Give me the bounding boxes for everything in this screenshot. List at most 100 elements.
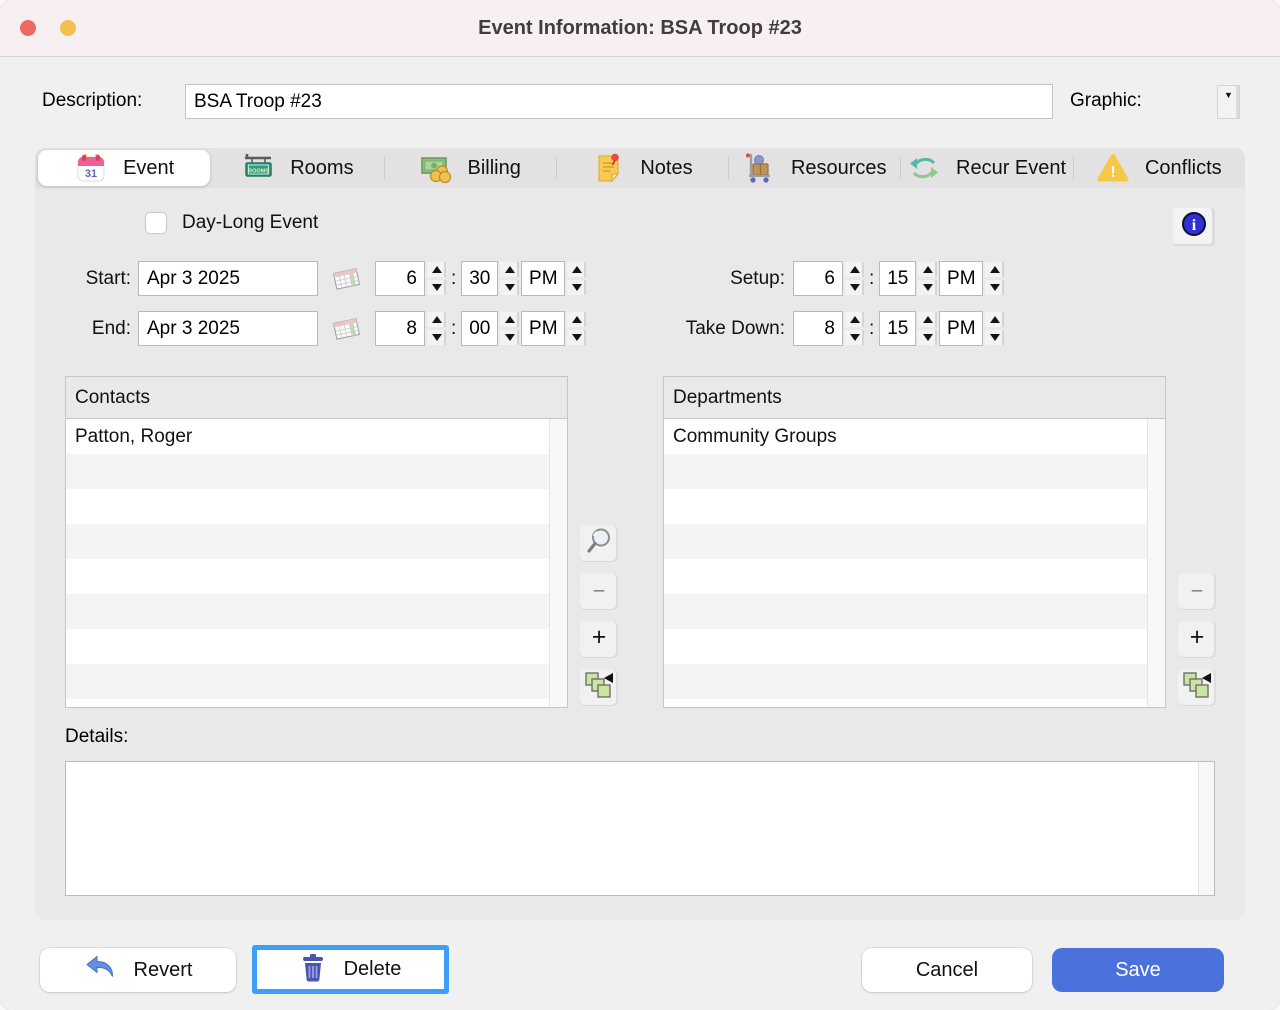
- setup-ampm-field[interactable]: [939, 261, 984, 296]
- scrollbar-track[interactable]: [1147, 419, 1165, 707]
- departments-list: Departments Community Groups: [663, 376, 1166, 708]
- note-icon: [591, 151, 625, 185]
- assign-multiple-departments-button[interactable]: [1178, 669, 1216, 705]
- title-bar: Event Information: BSA Troop #23: [0, 0, 1280, 57]
- date-picker-calendar-icon[interactable]: [330, 265, 362, 293]
- save-button[interactable]: Save: [1052, 948, 1224, 992]
- tab-event[interactable]: 31 Event: [38, 150, 211, 186]
- search-contacts-button[interactable]: [580, 525, 618, 561]
- take-down-ampm-field[interactable]: [939, 311, 984, 346]
- assign-multiple-contacts-button[interactable]: [580, 669, 618, 705]
- end-date-field[interactable]: [138, 311, 318, 346]
- start-hour-field[interactable]: [375, 261, 425, 296]
- list-item[interactable]: [664, 699, 1147, 707]
- handtruck-icon: [742, 151, 776, 185]
- setup-hour-field[interactable]: [793, 261, 843, 296]
- start-minute-field[interactable]: [461, 261, 499, 296]
- tab-notes[interactable]: Notes: [555, 148, 728, 188]
- list-item[interactable]: [66, 489, 549, 524]
- save-label: Save: [1115, 958, 1161, 981]
- scrollbar-track[interactable]: [549, 419, 567, 707]
- svg-text:i: i: [1192, 217, 1197, 234]
- search-icon: [584, 526, 614, 561]
- description-label: Description:: [42, 90, 143, 111]
- tab-billing[interactable]: Billing: [383, 148, 556, 188]
- start-label: Start:: [85, 268, 131, 289]
- list-item[interactable]: [664, 559, 1147, 594]
- remove-contact-button[interactable]: –: [580, 573, 618, 609]
- take-down-hour-field[interactable]: [793, 311, 843, 346]
- recur-icon: [907, 151, 941, 185]
- setup-hour-stepper[interactable]: [845, 261, 864, 296]
- tab-rooms-label: Rooms: [290, 156, 354, 179]
- end-hour-stepper[interactable]: [427, 311, 446, 346]
- date-picker-calendar-icon[interactable]: [330, 315, 362, 343]
- stacked-items-icon: [1182, 670, 1212, 705]
- day-long-event-checkbox[interactable]: [145, 212, 167, 234]
- time-colon: :: [869, 267, 875, 289]
- tab-resources[interactable]: Resources: [728, 148, 900, 188]
- list-item[interactable]: [664, 664, 1147, 699]
- take-down-hour-stepper[interactable]: [845, 311, 864, 346]
- time-colon: :: [451, 317, 457, 339]
- start-date-field[interactable]: [138, 261, 318, 296]
- tab-recur-event-label: Recur Event: [956, 156, 1067, 179]
- svg-text:31: 31: [85, 168, 97, 180]
- trash-icon: [300, 952, 326, 988]
- minimize-window-button[interactable]: [60, 20, 76, 36]
- take-down-label: Take Down:: [685, 318, 785, 339]
- take-down-minute-stepper[interactable]: [918, 311, 938, 346]
- description-input[interactable]: [185, 84, 1053, 119]
- tab-recur-event[interactable]: Recur Event: [900, 148, 1072, 188]
- warning-icon: !: [1096, 151, 1130, 185]
- info-button[interactable]: i: [1173, 208, 1215, 244]
- calendar-icon: 31: [74, 151, 108, 185]
- delete-button[interactable]: Delete: [252, 945, 449, 994]
- list-item[interactable]: [66, 594, 549, 629]
- add-department-button[interactable]: +: [1178, 621, 1216, 657]
- cancel-button[interactable]: Cancel: [862, 948, 1032, 992]
- list-item[interactable]: [664, 489, 1147, 524]
- list-item[interactable]: Patton, Roger: [66, 419, 549, 454]
- details-textarea[interactable]: [66, 762, 1198, 895]
- list-item[interactable]: [66, 524, 549, 559]
- list-item[interactable]: [66, 454, 549, 489]
- svg-text:!: !: [1110, 164, 1115, 181]
- tab-conflicts[interactable]: ! Conflicts: [1072, 148, 1245, 188]
- revert-button[interactable]: Revert: [40, 948, 236, 992]
- list-item[interactable]: [664, 524, 1147, 559]
- list-item[interactable]: [66, 559, 549, 594]
- take-down-minute-field[interactable]: [879, 311, 917, 346]
- tab-rooms[interactable]: ROOMS Rooms: [211, 148, 383, 188]
- list-item[interactable]: [66, 699, 549, 707]
- list-item[interactable]: [664, 454, 1147, 489]
- list-item[interactable]: [66, 664, 549, 699]
- list-item[interactable]: [664, 629, 1147, 664]
- remove-department-button[interactable]: –: [1178, 573, 1216, 609]
- list-item[interactable]: Community Groups: [664, 419, 1147, 454]
- undo-arrow-icon: [84, 954, 116, 986]
- minus-icon: –: [593, 580, 605, 601]
- setup-ampm-stepper[interactable]: [985, 261, 1005, 296]
- close-window-button[interactable]: [20, 20, 36, 36]
- setup-minute-field[interactable]: [879, 261, 917, 296]
- list-item[interactable]: [66, 629, 549, 664]
- graphic-dropdown[interactable]: ▼: [1217, 85, 1240, 119]
- stacked-items-icon: [584, 670, 614, 705]
- list-item[interactable]: [664, 594, 1147, 629]
- add-contact-button[interactable]: +: [580, 621, 618, 657]
- start-minute-stepper[interactable]: [500, 261, 520, 296]
- event-information-dialog: Event Information: BSA Troop #23 Descrip…: [0, 0, 1280, 1010]
- setup-minute-stepper[interactable]: [918, 261, 938, 296]
- tab-bar: 31 Event ROOMS Rooms Billing Notes Resou…: [35, 148, 1245, 188]
- end-hour-field[interactable]: [375, 311, 425, 346]
- details-label: Details:: [65, 726, 129, 747]
- start-hour-stepper[interactable]: [427, 261, 446, 296]
- minus-icon: –: [1191, 580, 1203, 601]
- tab-conflicts-label: Conflicts: [1144, 156, 1222, 179]
- take-down-ampm-stepper[interactable]: [985, 311, 1005, 346]
- end-minute-field[interactable]: [461, 311, 499, 346]
- revert-label: Revert: [133, 958, 193, 981]
- scrollbar-track[interactable]: [1198, 762, 1214, 895]
- end-minute-stepper[interactable]: [500, 311, 520, 346]
